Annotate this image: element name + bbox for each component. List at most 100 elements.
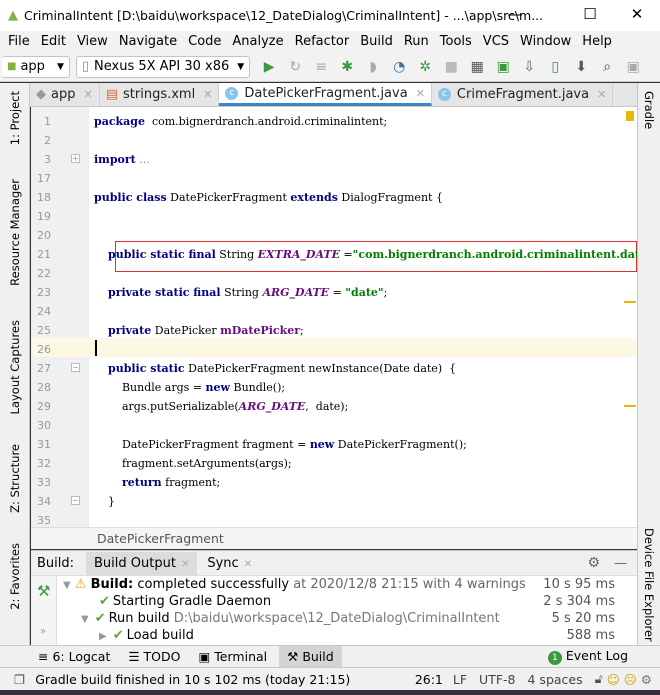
menu-refactor[interactable]: Refactor	[295, 34, 350, 49]
code-line[interactable]: 27 public static DatePickerFragment newI…	[31, 359, 637, 378]
memory-indicator-icon[interactable]: ⚙	[641, 672, 652, 687]
code-line[interactable]: 21 public static final String EXTRA_DATE…	[31, 245, 637, 264]
minimize-button[interactable]: —	[500, 5, 530, 23]
close-button[interactable]: ✕	[622, 5, 652, 23]
build-row[interactable]: ▼ ⚠ Build: completed successfully at 202…	[31, 576, 627, 593]
event-log-button[interactable]: 1 Event Log	[547, 648, 628, 665]
menu-vcs[interactable]: VCS	[483, 34, 509, 49]
attach-debugger-icon[interactable]: ◗	[360, 59, 386, 75]
tab-crimefragment[interactable]: c CrimeFragment.java ✕	[432, 83, 614, 106]
search-icon[interactable]: ⌕	[594, 59, 620, 75]
run-icon[interactable]: ▶	[256, 59, 282, 75]
close-icon[interactable]: ✕	[416, 87, 425, 100]
sad-face-icon[interactable]: ☹	[624, 672, 637, 687]
code-line[interactable]: 26	[31, 340, 637, 359]
code-line[interactable]: 20	[31, 226, 637, 245]
build-row[interactable]: ✔ Starting Gradle Daemon 2 s 304 ms	[31, 593, 627, 610]
code-line[interactable]: 30	[31, 416, 637, 435]
tab-build[interactable]: ⚒ Build	[279, 646, 342, 667]
code-line[interactable]: 1 package com.bignerdranch.android.crimin…	[31, 112, 637, 131]
smiley-icon[interactable]: ☺	[607, 672, 620, 687]
tab-logcat[interactable]: ≡ 6: Logcat	[38, 649, 110, 664]
tool-structure[interactable]: Z: Structure	[8, 444, 22, 513]
build-row[interactable]: ▶ ✔ Load build 588 ms	[31, 627, 627, 644]
avatar[interactable]: ▣	[620, 59, 646, 75]
tab-datepickerfragment[interactable]: c DatePickerFragment.java ✕	[219, 83, 432, 106]
tool-resource-manager[interactable]: Resource Manager	[8, 179, 22, 286]
profile-icon[interactable]: ◔	[386, 59, 412, 75]
apply-changes-icon[interactable]: ↻	[282, 59, 308, 75]
lock-icon[interactable]: 🔓︎	[595, 671, 603, 687]
file-encoding[interactable]: UTF-8	[479, 672, 515, 687]
tool-favorites[interactable]: 2: Favorites	[8, 543, 22, 610]
tab-sync[interactable]: Sync ✕	[207, 556, 252, 571]
menu-help[interactable]: Help	[582, 34, 612, 49]
code-line[interactable]: 18 public class DatePickerFragment extend…	[31, 188, 637, 207]
close-icon[interactable]: ✕	[83, 88, 92, 101]
project-structure-icon[interactable]: ▦	[464, 59, 490, 75]
code-line[interactable]: 31 DatePickerFragment fragment = new Dat…	[31, 435, 637, 454]
close-icon[interactable]: ✕	[181, 559, 189, 570]
code-line[interactable]: 22	[31, 264, 637, 283]
indent-setting[interactable]: 4 spaces	[528, 672, 583, 687]
code-line[interactable]: 35	[31, 511, 637, 527]
tab-app[interactable]: ◆ app ✕	[30, 83, 100, 106]
code-editor[interactable]: 1 package com.bignerdranch.android.crimin…	[31, 107, 637, 527]
toggle-tool-windows-icon[interactable]: ❐	[14, 672, 25, 687]
code-line[interactable]: 19	[31, 207, 637, 226]
apply-code-changes-icon[interactable]: ≡	[308, 59, 334, 75]
code-line[interactable]: 34 } −	[31, 492, 637, 511]
stop-icon[interactable]: ■	[438, 59, 464, 75]
attach-process-icon[interactable]: ✲	[412, 59, 438, 75]
tool-layout-captures[interactable]: Layout Captures	[8, 320, 22, 414]
fold-icon[interactable]: −	[71, 363, 80, 372]
tool-device-file-explorer[interactable]: Device File Explorer	[642, 528, 656, 642]
fold-icon[interactable]: −	[71, 496, 80, 505]
debug-icon[interactable]: ✱	[334, 59, 360, 75]
code-line[interactable]: 33 return fragment;	[31, 473, 637, 492]
code-line[interactable]: 28 Bundle args = new Bundle();	[31, 378, 637, 397]
caret-position[interactable]: 26:1	[415, 672, 443, 687]
breadcrumb[interactable]: DatePickerFragment	[31, 527, 637, 549]
menu-window[interactable]: Window	[520, 34, 571, 49]
tool-gradle[interactable]: Gradle	[642, 91, 656, 129]
line-separator[interactable]: LF	[453, 672, 467, 687]
close-icon[interactable]: ✕	[597, 88, 606, 101]
close-icon[interactable]: ✕	[203, 88, 212, 101]
tab-todo[interactable]: ☰ TODO	[128, 649, 180, 664]
gear-icon[interactable]: ⚙	[587, 555, 600, 571]
fold-icon[interactable]: +	[71, 154, 80, 163]
avd-manager-icon[interactable]: ▯	[542, 59, 568, 75]
module-select[interactable]: ■ app ▼	[2, 55, 70, 78]
minimize-icon[interactable]: —	[614, 556, 627, 571]
menu-edit[interactable]: Edit	[41, 34, 66, 49]
code-line[interactable]: 2	[31, 131, 637, 150]
menu-navigate[interactable]: Navigate	[119, 34, 177, 49]
tool-project[interactable]: 1: Project	[8, 91, 22, 145]
tab-terminal[interactable]: ▣ Terminal	[199, 649, 268, 664]
menu-build[interactable]: Build	[360, 34, 393, 49]
code-line[interactable]: 3 import ... +	[31, 150, 637, 169]
expand-icon[interactable]: ▶	[99, 631, 107, 642]
code-line[interactable]: 17	[31, 169, 637, 188]
close-icon[interactable]: ✕	[244, 559, 252, 570]
gradle-sync-icon[interactable]: ⇩	[516, 59, 542, 75]
code-line[interactable]: 29 args.putSerializable(ARG_DATE, date);	[31, 397, 637, 416]
code-line[interactable]: 32 fragment.setArguments(args);	[31, 454, 637, 473]
expand-icon[interactable]: ▼	[81, 614, 89, 625]
device-select[interactable]: ▯ Nexus 5X API 30 x86 ▼	[75, 55, 251, 78]
menu-run[interactable]: Run	[404, 34, 429, 49]
layout-inspector-icon[interactable]: ▣	[490, 59, 516, 75]
menu-file[interactable]: File	[8, 34, 30, 49]
menu-tools[interactable]: Tools	[440, 34, 472, 49]
build-row[interactable]: ▼ ✔ Run build D:\baidu\workspace\12_DateDi…	[31, 610, 627, 627]
code-line[interactable]: 25 private DatePicker mDatePicker;	[31, 321, 637, 340]
menu-view[interactable]: View	[77, 34, 108, 49]
sdk-manager-icon[interactable]: ⬇	[568, 59, 594, 75]
code-line[interactable]: 23 private static final String ARG_DATE …	[31, 283, 637, 302]
code-line[interactable]: 24	[31, 302, 637, 321]
menu-code[interactable]: Code	[188, 34, 221, 49]
expand-icon[interactable]: ▼	[63, 580, 71, 591]
tab-strings-xml[interactable]: ▤ strings.xml ✕	[100, 83, 220, 106]
maximize-button[interactable]: ☐	[575, 5, 605, 23]
